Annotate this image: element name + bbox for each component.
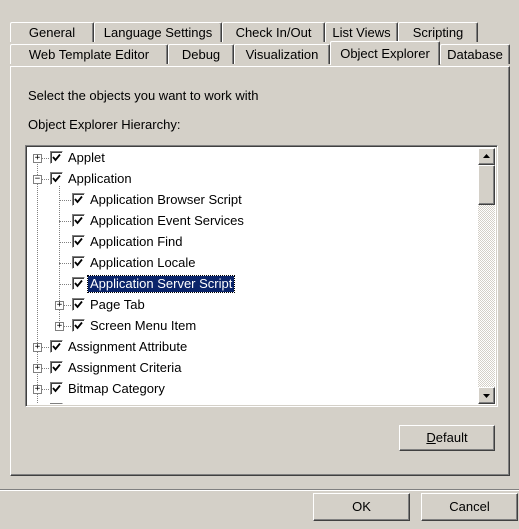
tree-connector-branch [59,221,73,222]
tab-visualization[interactable]: Visualization [234,44,330,64]
tree-vertical-scrollbar[interactable] [478,148,495,404]
tab-check-in-out[interactable]: Check In/Out [222,22,325,42]
tree-connector-branch [59,284,73,285]
checkmark-icon [74,258,83,267]
tree-node-label: Page Tab [90,297,145,312]
tree-node-checkbox[interactable] [72,319,85,332]
tree-node-label: Screen Menu Item [90,318,197,333]
tree-node[interactable]: Application Locale [28,254,475,275]
arrow-up-icon [483,154,490,158]
tree-node[interactable]: − Application [28,170,475,191]
select-objects-label: Select the objects you want to work with [28,88,259,103]
checkmark-icon [74,195,83,204]
tree-node-checkbox[interactable] [72,277,85,290]
tree-node-checkbox[interactable] [72,193,85,206]
tree-node-label: Assignment Criteria [68,360,182,375]
tree-node-checkbox[interactable] [72,256,85,269]
tab-language-settings[interactable]: Language Settings [94,22,222,42]
object-explorer-tree[interactable]: + Applet − Application Application Browser S… [25,145,498,407]
tab-web-template-editor[interactable]: Web Template Editor [10,44,168,64]
checkmark-icon [74,216,83,225]
tree-node-checkbox[interactable] [50,361,63,374]
checkmark-icon [52,384,61,393]
default-button-rest: efault [435,430,468,445]
tab-list-views[interactable]: List Views [325,22,398,42]
tab-database[interactable]: Database [440,44,510,64]
checkmark-icon [52,153,61,162]
tree-node-checkbox[interactable] [50,151,63,164]
tree-connector-branch [59,242,73,243]
tree-node[interactable]: +Business Component [28,401,475,404]
checkmark-icon [52,342,61,351]
tab-general[interactable]: General [10,22,94,42]
tree-node[interactable]: + Assignment Attribute [28,338,475,359]
tree-connector-branch [59,263,73,264]
tab-scripting[interactable]: Scripting [398,22,478,42]
scroll-up-button[interactable] [478,148,495,165]
tree-node-checkbox[interactable] [72,214,85,227]
checkmark-icon [52,174,61,183]
checkmark-icon [52,363,61,372]
tree-node-checkbox[interactable] [72,298,85,311]
tree-viewport: + Applet − Application Application Browser S… [28,148,475,404]
tree-node[interactable]: + Applet [28,149,475,170]
arrow-down-icon [483,394,490,398]
tree-node-checkbox[interactable] [50,340,63,353]
dialog-top-strip [0,0,519,18]
expand-plus-icon[interactable]: + [55,322,64,331]
tree-node[interactable]: + Assignment Criteria [28,359,475,380]
tree-node-label: Application Find [90,234,183,249]
checkmark-icon [74,237,83,246]
tree-node-label: Bitmap Category [68,381,165,396]
tab-debug[interactable]: Debug [168,44,234,64]
ok-button[interactable]: OK [313,493,410,521]
tree-node-label: Application Locale [90,255,196,270]
tree-node-label: Assignment Attribute [68,339,188,354]
default-button[interactable]: Default [399,425,495,451]
expand-plus-icon[interactable]: + [33,364,42,373]
scroll-thumb[interactable] [478,165,495,205]
tree-node-checkbox[interactable] [50,172,63,185]
checkmark-icon [74,321,83,330]
tree-node-label: Application [68,171,132,186]
tree-node[interactable]: + Bitmap Category [28,380,475,401]
checkmark-icon [74,279,83,288]
expand-plus-icon[interactable]: + [55,301,64,310]
tree-node-label: Business Component [66,402,194,404]
dialog-divider [0,489,519,491]
collapse-minus-icon[interactable]: − [33,175,42,184]
cancel-button[interactable]: Cancel [421,493,518,521]
tree-node[interactable]: Application Event Services [28,212,475,233]
tree-node[interactable]: Application Browser Script [28,191,475,212]
tree-node-label: Application Browser Script [90,192,242,207]
expand-plus-icon[interactable]: + [33,385,42,394]
tree-node[interactable]: Application Server Script [28,275,475,296]
checkmark-icon [74,300,83,309]
default-button-mnemonic: D [426,430,436,445]
tree-node-checkbox[interactable] [50,403,63,404]
hierarchy-label: Object Explorer Hierarchy: [28,117,181,132]
tree-node[interactable]: Application Find [28,233,475,254]
tree-node-checkbox[interactable] [72,235,85,248]
tree-node[interactable]: + Page Tab [28,296,475,317]
tree-node-label: Application Event Services [90,213,244,228]
expand-plus-icon[interactable]: + [33,154,42,163]
scroll-track[interactable] [478,205,495,387]
tree-node-checkbox[interactable] [50,382,63,395]
scroll-down-button[interactable] [478,387,495,404]
expand-plus-icon[interactable]: + [33,343,42,352]
tab-object-explorer[interactable]: Object Explorer [330,41,440,65]
tree-node-label: Applet [68,150,105,165]
tree-connector-branch [59,200,73,201]
tree-node[interactable]: + Screen Menu Item [28,317,475,338]
tree-node-label: Application Server Script [86,275,236,293]
